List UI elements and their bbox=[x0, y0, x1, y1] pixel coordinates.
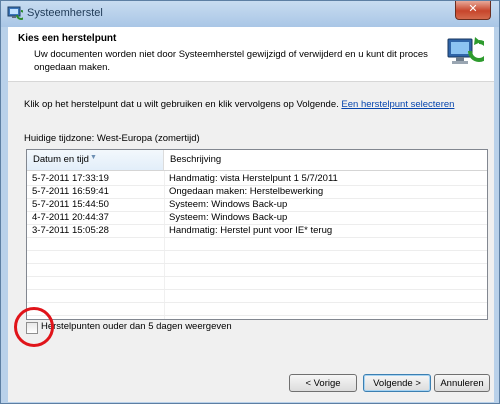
wizard-header: Kies een herstelpunt Uw documenten worde… bbox=[8, 27, 494, 82]
table-row[interactable]: 4-7-2011 20:44:37 Systeem: Windows Back-… bbox=[27, 211, 487, 225]
timezone-label: Huidige tijdzone: West-Europa (zomertijd… bbox=[24, 133, 200, 144]
row-datetime: 3-7-2011 15:05:28 bbox=[32, 225, 109, 236]
row-datetime: 5-7-2011 15:44:50 bbox=[32, 199, 109, 210]
cancel-button[interactable]: Annuleren bbox=[434, 374, 490, 392]
wizard-content: Klik op het herstelpunt dat u wilt gebru… bbox=[8, 82, 494, 365]
system-restore-large-icon bbox=[447, 37, 484, 64]
page-description: Uw documenten worden niet door Systeemhe… bbox=[34, 49, 428, 73]
show-older-label: Herstelpunten ouder dan 5 dagen weergeve… bbox=[41, 321, 232, 332]
sort-arrow-icon: ▼ bbox=[90, 154, 97, 161]
row-description: Handmatig: Herstel punt voor IE* terug bbox=[169, 225, 333, 236]
row-datetime: 5-7-2011 16:59:41 bbox=[32, 186, 109, 197]
instruction-label: Klik op het herstelpunt dat u wilt gebru… bbox=[24, 99, 339, 110]
row-description: Systeem: Windows Back-up bbox=[169, 199, 288, 210]
empty-row bbox=[27, 302, 487, 316]
column-header-date[interactable]: Datum en tijd ▼ bbox=[27, 150, 164, 170]
window-title: Systeemherstel bbox=[27, 7, 103, 19]
previous-button[interactable]: < Vorige bbox=[289, 374, 357, 392]
row-description: Systeem: Windows Back-up bbox=[169, 212, 288, 223]
table-row[interactable]: 5-7-2011 16:59:41 Ongedaan maken: Herste… bbox=[27, 185, 487, 199]
close-button[interactable]: ✕ bbox=[455, 1, 491, 20]
empty-row bbox=[27, 276, 487, 290]
column-header-description[interactable]: Beschrijving bbox=[164, 150, 487, 170]
close-icon: ✕ bbox=[468, 3, 478, 15]
select-restore-point-link[interactable]: Een herstelpunt selecteren bbox=[341, 99, 454, 110]
row-datetime: 4-7-2011 20:44:37 bbox=[32, 212, 109, 223]
row-description: Handmatig: vista Herstelpunt 1 5/7/2011 bbox=[169, 173, 338, 184]
table-row[interactable]: 3-7-2011 15:05:28 Handmatig: Herstel pun… bbox=[27, 224, 487, 238]
list-header: Datum en tijd ▼ Beschrijving bbox=[27, 150, 487, 171]
instruction-text: Klik op het herstelpunt dat u wilt gebru… bbox=[24, 99, 454, 110]
table-row[interactable]: 5-7-2011 17:33:19 Handmatig: vista Herst… bbox=[27, 172, 487, 186]
system-restore-icon bbox=[7, 6, 23, 20]
column-date-label: Datum en tijd bbox=[33, 154, 89, 165]
title-bar[interactable]: Systeemherstel ✕ bbox=[1, 1, 499, 27]
system-restore-window: Systeemherstel ✕ Kies een herstelpunt Uw… bbox=[0, 0, 500, 404]
empty-row bbox=[27, 289, 487, 303]
annotation-circle bbox=[14, 307, 54, 347]
empty-row bbox=[27, 250, 487, 264]
empty-row bbox=[27, 263, 487, 277]
row-description: Ongedaan maken: Herstelbewerking bbox=[169, 186, 324, 197]
table-row[interactable]: 5-7-2011 15:44:50 Systeem: Windows Back-… bbox=[27, 198, 487, 212]
button-bar: < Vorige Volgende > Annuleren bbox=[8, 365, 494, 402]
page-title: Kies een herstelpunt bbox=[18, 33, 117, 44]
column-description-label: Beschrijving bbox=[170, 154, 222, 165]
next-button[interactable]: Volgende > bbox=[363, 374, 431, 392]
empty-row bbox=[27, 237, 487, 251]
row-datetime: 5-7-2011 17:33:19 bbox=[32, 173, 109, 184]
restore-points-list[interactable]: Datum en tijd ▼ Beschrijving 5-7-2011 17… bbox=[26, 149, 488, 320]
